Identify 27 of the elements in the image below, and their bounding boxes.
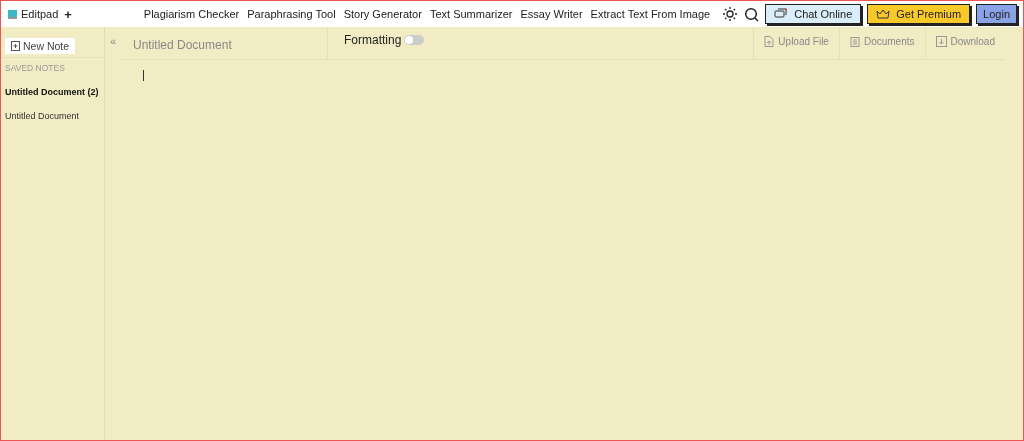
nav-link[interactable]: Story Generator — [343, 8, 422, 20]
brand-name[interactable]: Editpad — [21, 8, 59, 20]
add-button[interactable]: + — [64, 6, 72, 22]
chat-icon — [774, 8, 789, 20]
crown-icon — [876, 9, 891, 19]
premium-button[interactable]: Get Premium — [867, 4, 971, 24]
download-icon — [935, 35, 947, 47]
section-heading: SAVED NOTES — [4, 62, 66, 73]
saved-note-item[interactable]: Untitled Document (2) — [1, 73, 104, 97]
new-file-icon — [11, 41, 20, 51]
chat-button[interactable]: Chat Online — [765, 4, 862, 24]
nav-link[interactable]: Essay Writer — [520, 8, 583, 20]
upload-icon — [764, 35, 775, 47]
saved-note-item[interactable]: Untitled Document — [1, 97, 104, 121]
login-button[interactable]: Login — [976, 4, 1017, 24]
search-icon[interactable] — [744, 6, 760, 22]
nav-link[interactable]: Plagiarism Checker — [143, 8, 240, 20]
clipboard-icon — [849, 35, 860, 47]
notebook-icon — [7, 8, 18, 20]
sun-icon[interactable] — [722, 6, 739, 22]
nav-link[interactable]: Extract Text From Image — [590, 8, 711, 20]
formatting-label: Formatting — [344, 33, 402, 47]
text-cursor — [143, 70, 144, 81]
new-note-button[interactable]: New Note — [5, 38, 76, 54]
nav-link[interactable]: Text Summarizer — [429, 8, 513, 20]
formatting-toggle[interactable] — [404, 35, 425, 45]
nav-link[interactable]: Paraphrasing Tool — [247, 8, 336, 20]
